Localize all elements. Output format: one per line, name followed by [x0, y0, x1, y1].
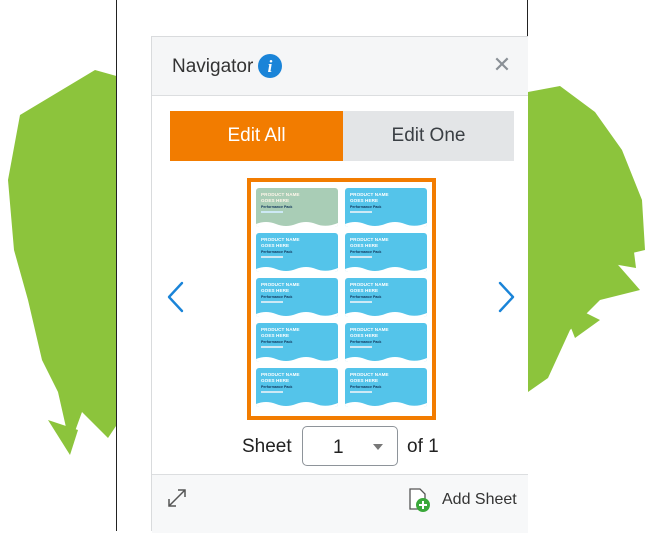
sheet-label-tile[interactable]: PRODUCT NAME GOES HERE Performance Pack: [345, 278, 427, 317]
label-fine-print: [350, 346, 372, 348]
label-pack-text: Performance Pack: [261, 340, 293, 344]
panel-title: Navigator: [172, 56, 254, 77]
label-wave-decoration: [256, 357, 338, 362]
expand-arrows-icon[interactable]: [166, 487, 188, 509]
add-sheet-icon: [409, 488, 430, 512]
add-sheet-button[interactable]: Add Sheet: [408, 485, 533, 515]
sheet-label-tile[interactable]: PRODUCT NAME GOES HERE Performance Pack: [256, 188, 338, 227]
label-fine-print: [350, 391, 372, 393]
label-product-name: PRODUCT NAME: [350, 327, 389, 332]
sheet-label-tile[interactable]: PRODUCT NAME GOES HERE Performance Pack: [345, 368, 427, 407]
label-product-subtitle: GOES HERE: [261, 198, 290, 203]
sheet-label: Sheet: [242, 436, 292, 457]
label-product-subtitle: GOES HERE: [261, 288, 290, 293]
label-wave-decoration: [345, 222, 427, 227]
label-fine-print: [261, 301, 283, 303]
info-icon[interactable]: i: [258, 54, 282, 78]
label-wave-decoration: [345, 402, 427, 407]
label-product-name: PRODUCT NAME: [350, 372, 389, 377]
label-pack-text: Performance Pack: [350, 340, 382, 344]
label-pack-text: Performance Pack: [350, 385, 382, 389]
label-product-subtitle: GOES HERE: [350, 378, 379, 383]
label-pack-text: Performance Pack: [261, 385, 293, 389]
close-icon[interactable]: ✕: [490, 53, 514, 77]
label-product-name: PRODUCT NAME: [350, 282, 389, 287]
sheet-label-tile[interactable]: PRODUCT NAME GOES HERE Performance Pack: [345, 323, 427, 362]
label-fine-print: [261, 346, 283, 348]
sheet-selector-row: Sheet 1 of 1: [152, 426, 528, 470]
label-pack-text: Performance Pack: [261, 205, 293, 209]
sheet-label-tile[interactable]: PRODUCT NAME GOES HERE Performance Pack: [256, 323, 338, 362]
panel-header: Navigator i ✕: [152, 37, 528, 96]
label-product-subtitle: GOES HERE: [350, 333, 379, 338]
sheet-label-tile[interactable]: PRODUCT NAME GOES HERE Performance Pack: [256, 278, 338, 317]
navigator-panel: Navigator i ✕ Edit All Edit One PRODUCT …: [151, 36, 528, 533]
sheet-number-select[interactable]: 1: [302, 426, 398, 466]
sheet-label-tile[interactable]: PRODUCT NAME GOES HERE Performance Pack: [256, 233, 338, 272]
label-product-subtitle: GOES HERE: [350, 243, 379, 248]
label-product-subtitle: GOES HERE: [350, 288, 379, 293]
label-pack-text: Performance Pack: [350, 295, 382, 299]
label-product-name: PRODUCT NAME: [261, 372, 300, 377]
chevron-right-icon[interactable]: [496, 280, 518, 314]
label-fine-print: [350, 211, 372, 213]
sheet-label-tile[interactable]: PRODUCT NAME GOES HERE Performance Pack: [345, 233, 427, 272]
label-product-name: PRODUCT NAME: [261, 327, 300, 332]
label-fine-print: [350, 256, 372, 258]
mode-tabs: Edit All Edit One: [170, 111, 514, 161]
label-pack-text: Performance Pack: [261, 250, 293, 254]
label-pack-text: Performance Pack: [350, 250, 382, 254]
label-wave-decoration: [256, 267, 338, 272]
label-product-name: PRODUCT NAME: [261, 237, 300, 242]
label-product-subtitle: GOES HERE: [261, 378, 290, 383]
chevron-left-icon[interactable]: [164, 280, 186, 314]
label-product-subtitle: GOES HERE: [261, 333, 290, 338]
label-fine-print: [261, 256, 283, 258]
panel-footer: Add Sheet: [152, 474, 528, 533]
label-fine-print: [350, 301, 372, 303]
label-product-name: PRODUCT NAME: [261, 282, 300, 287]
label-wave-decoration: [256, 402, 338, 407]
label-wave-decoration: [345, 267, 427, 272]
label-pack-text: Performance Pack: [261, 295, 293, 299]
label-fine-print: [261, 211, 283, 213]
tab-edit-all[interactable]: Edit All: [170, 111, 343, 161]
sheet-label-tile[interactable]: PRODUCT NAME GOES HERE Performance Pack: [345, 188, 427, 227]
label-fine-print: [261, 391, 283, 393]
label-wave-decoration: [256, 312, 338, 317]
sheet-label-tile[interactable]: PRODUCT NAME GOES HERE Performance Pack: [256, 368, 338, 407]
label-product-name: PRODUCT NAME: [350, 237, 389, 242]
sheet-number-value: 1: [333, 437, 344, 458]
label-product-name: PRODUCT NAME: [261, 192, 300, 197]
label-grid: PRODUCT NAME GOES HERE Performance Pack PRO…: [256, 188, 427, 410]
label-product-subtitle: GOES HERE: [350, 198, 379, 203]
chevron-down-icon: [373, 444, 383, 450]
label-product-name: PRODUCT NAME: [350, 192, 389, 197]
sheet-count: of 1: [407, 436, 439, 457]
sheet-thumbnail[interactable]: PRODUCT NAME GOES HERE Performance Pack PRO…: [247, 178, 436, 420]
add-sheet-label: Add Sheet: [442, 491, 517, 508]
label-wave-decoration: [345, 357, 427, 362]
label-pack-text: Performance Pack: [350, 205, 382, 209]
label-wave-decoration: [345, 312, 427, 317]
label-product-subtitle: GOES HERE: [261, 243, 290, 248]
label-wave-decoration: [256, 222, 338, 227]
tab-edit-one[interactable]: Edit One: [343, 111, 514, 161]
